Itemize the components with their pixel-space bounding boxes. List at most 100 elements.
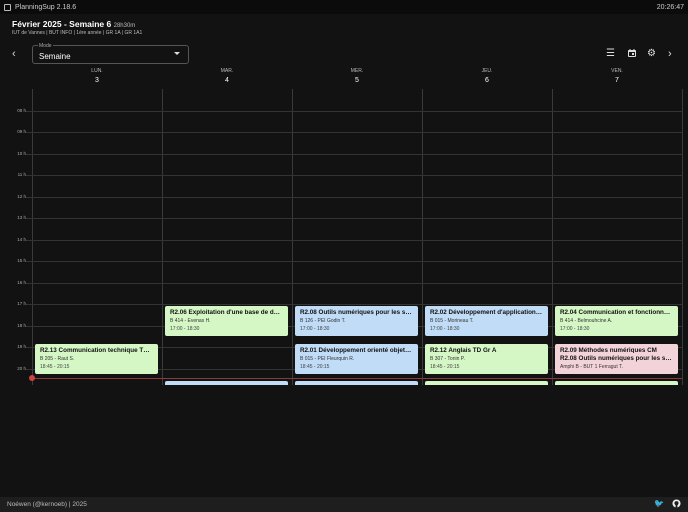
event-card[interactable]: R2.01 Développement orienté objets TD B 0…	[295, 343, 418, 374]
hour-gridline	[26, 239, 682, 241]
clock: 20:26:47	[656, 3, 684, 11]
day-name: MAR.	[220, 68, 234, 74]
day-header[interactable]: JEU. 6	[422, 68, 552, 84]
author-link[interactable]: @kernoeb	[35, 501, 65, 508]
hour-label: 09 h	[17, 129, 26, 134]
day-name: JEU.	[481, 68, 493, 74]
event-title: R2.08 Outils numériques pour les statist…	[300, 309, 413, 316]
hour-label: 16 h	[17, 279, 26, 285]
day-header[interactable]: MAR. 4	[162, 68, 292, 84]
event-card[interactable]	[165, 381, 288, 385]
footer: Noéwen (@kernoeb) | 2025 🐦	[0, 497, 688, 512]
event-location: B 126 - PEI Godin T.	[300, 318, 346, 324]
hour-gridline	[26, 175, 682, 176]
event-title: R2.06 Exploitation d'une base de données	[170, 309, 283, 316]
next-week-button[interactable]: ›	[668, 48, 672, 60]
event-card[interactable]: R2.12 Anglais TD Gr AB 307 - Tonin P. 18:…	[425, 343, 548, 374]
day-date: 3	[95, 77, 99, 84]
day-header[interactable]: MER. 5	[292, 68, 422, 84]
github-icon[interactable]	[672, 499, 681, 510]
event-card[interactable]: R2.06 Exploitation d'une base de données…	[165, 306, 288, 337]
event-title: R2.08 Outils numériques pour les statist…	[560, 355, 673, 363]
hour-gridline	[26, 110, 682, 112]
event-time: 17:00 - 18:30	[560, 326, 590, 332]
event-location: B 307 - Tonin P.	[430, 355, 465, 362]
calendar-grid: 08 h 09 h 10 h 11 h 12 h 13 h 14 h 15 h 16 h 17 h…	[0, 89, 688, 385]
current-time-line	[32, 377, 682, 379]
event-time: 18:45 - 20:15	[300, 363, 330, 370]
current-time-dot	[29, 374, 35, 381]
hour-gridline	[26, 132, 682, 133]
list-view-icon[interactable]: ☰	[605, 48, 616, 59]
event-title: R2.13 Communication technique TD Gr A	[40, 346, 153, 354]
day-divider	[682, 89, 683, 385]
event-card[interactable]	[425, 381, 548, 385]
mode-value: Semaine	[39, 52, 71, 61]
event-time: 18:45 - 20:15	[430, 363, 460, 370]
event-title: R2.12 Anglais TD Gr A	[430, 346, 497, 354]
event-time: 17:00 - 18:30	[170, 326, 200, 332]
total-hours: 28h30m	[113, 23, 136, 29]
calendar-icon[interactable]	[626, 48, 637, 59]
day-date: 5	[355, 77, 359, 84]
day-name: VEN.	[611, 68, 623, 74]
week-title: Février 2025 - Semaine 6	[12, 19, 112, 29]
day-date: 4	[225, 77, 229, 84]
event-location: B 414 - Belmouhcine A.	[560, 318, 613, 324]
event-card[interactable]: R2.04 Communication et fonctionnement ba…	[555, 306, 678, 337]
day-divider	[292, 89, 293, 385]
hour-label: 15 h	[17, 258, 26, 263]
window-title: PlanningSup 2.18.6	[15, 3, 77, 11]
hour-gridline	[26, 282, 682, 284]
event-card[interactable]: R2.02 Développement d'applications avec …	[425, 306, 548, 337]
day-date: 7	[615, 77, 619, 84]
day-divider	[422, 89, 423, 385]
event-card[interactable]: R2.08 Outils numériques pour les statist…	[295, 306, 418, 337]
event-card[interactable]: R2.13 Communication technique TD Gr AB 2…	[35, 343, 158, 374]
event-card[interactable]	[295, 381, 418, 385]
settings-gear-icon[interactable]: ⚙	[646, 48, 657, 59]
groups-subtitle: IUT de Vannes | BUT INFO | 1ère année | …	[12, 30, 143, 36]
window-titlebar: PlanningSup 2.18.6 20:26:47	[0, 0, 688, 14]
hour-label: 13 h	[17, 215, 26, 220]
chevron-down-icon	[174, 52, 180, 55]
day-name: LUN.	[91, 68, 103, 74]
event-location: B 205 - Raut S.	[40, 355, 75, 362]
event-card[interactable]: R2.08 Outils numériques pour les statist…	[555, 353, 678, 374]
hour-gridline	[26, 304, 682, 305]
hour-gridline	[26, 153, 682, 155]
footer-year: ) | 2025	[64, 501, 87, 508]
event-location: B 015 - Morineau T.	[430, 318, 474, 324]
event-location: Amphi B - BUT 1 Ferragut T.	[560, 364, 623, 371]
event-location: B 015 - PEI Fleurquin R.	[300, 355, 355, 362]
event-location: B 414 - Evenas H.	[170, 318, 211, 324]
app-icon	[4, 3, 11, 11]
event-time: 17:00 - 18:30	[430, 326, 460, 332]
event-title: R2.01 Développement orienté objets TD	[300, 346, 413, 354]
event-card[interactable]	[555, 381, 678, 385]
hour-gridline	[26, 218, 682, 219]
hour-label: 14 h	[17, 236, 26, 242]
day-header[interactable]: LUN. 3	[32, 68, 162, 84]
hour-label: 17 h	[17, 301, 26, 306]
hour-label: 19 h	[17, 344, 26, 349]
hour-gridline	[26, 196, 682, 198]
page-title: Février 2025 - Semaine 6 28h30m	[12, 19, 135, 29]
hour-label: 08 h	[17, 107, 26, 113]
day-divider	[162, 89, 163, 385]
hour-label: 10 h	[17, 150, 26, 156]
event-time: 18:45 - 20:15	[40, 363, 70, 370]
hour-label: 12 h	[17, 193, 26, 199]
day-divider	[552, 89, 553, 385]
footer-author: Noéwen (	[7, 501, 35, 508]
day-header[interactable]: VEN. 7	[552, 68, 682, 84]
mode-label: Mode	[38, 43, 53, 49]
day-date: 6	[485, 77, 489, 84]
twitter-icon[interactable]: 🐦	[654, 499, 664, 510]
hour-label: 18 h	[17, 322, 26, 328]
previous-week-button[interactable]: ‹	[12, 48, 16, 60]
event-title: R2.04 Communication et fonctionnement ba…	[560, 309, 673, 316]
hour-label: 11 h	[17, 172, 26, 177]
day-name: MER.	[350, 68, 364, 74]
mode-select[interactable]: Mode Semaine	[32, 43, 189, 64]
